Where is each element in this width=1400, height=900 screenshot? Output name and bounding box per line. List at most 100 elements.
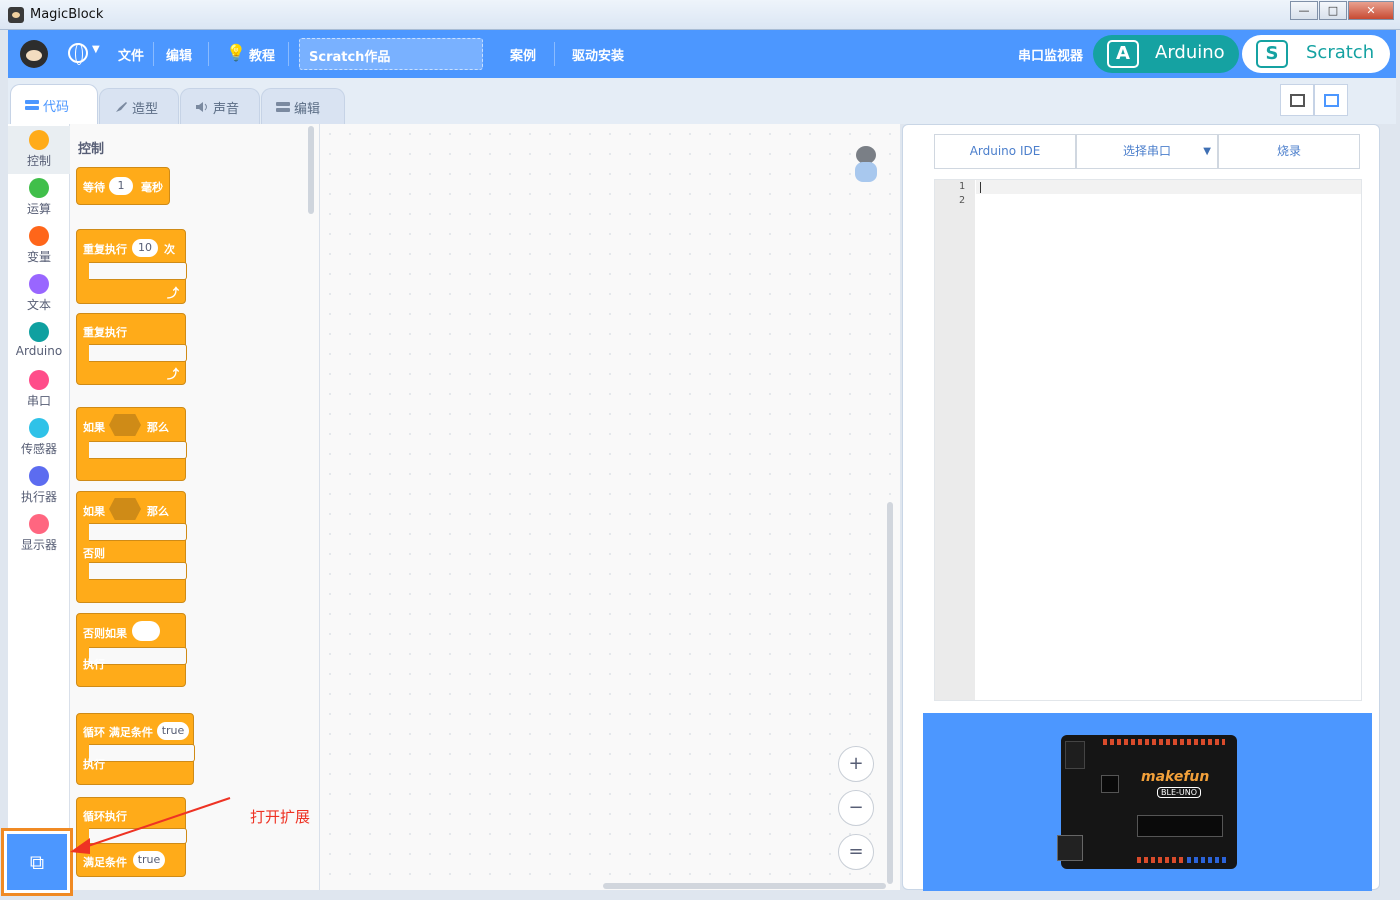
serial-port-select-label: 选择串口 bbox=[1122, 144, 1171, 158]
category-text[interactable]: 文本 bbox=[8, 270, 70, 318]
category-operators[interactable]: 运算 bbox=[8, 174, 70, 222]
menu-divider bbox=[288, 42, 289, 66]
condition-slot[interactable] bbox=[132, 621, 160, 641]
category-actuators[interactable]: 执行器 bbox=[8, 462, 70, 510]
block-forever[interactable]: 重复执行 ⤴ bbox=[76, 313, 187, 385]
tab-edit[interactable]: 编辑 bbox=[261, 88, 345, 124]
serial-port-select[interactable]: 选择串口 ▼ bbox=[1076, 134, 1218, 169]
category-serial[interactable]: 串口 bbox=[8, 366, 70, 414]
arduino-code-panel: Arduino IDE 选择串口 ▼ 烧录 1 2 makefun BLE-UN… bbox=[902, 124, 1380, 891]
sprite-avatar-icon bbox=[852, 146, 880, 186]
speaker-icon bbox=[196, 102, 207, 112]
workspace-horizontal-scrollbar[interactable] bbox=[603, 883, 886, 889]
category-control[interactable]: 控制 bbox=[8, 126, 70, 174]
code-icon bbox=[25, 100, 39, 110]
variables-dot-icon bbox=[29, 226, 49, 246]
menu-serial-monitor[interactable]: 串口监视器 bbox=[1018, 45, 1083, 64]
editor-tabs: 代码 造型 声音 编辑 bbox=[8, 78, 1396, 124]
menu-examples[interactable]: 案例 bbox=[510, 45, 536, 64]
condition-slot[interactable] bbox=[109, 498, 141, 520]
sensors-dot-icon bbox=[29, 418, 49, 438]
line-gutter bbox=[935, 180, 975, 700]
project-name-input[interactable]: Scratch作品 bbox=[299, 38, 483, 70]
tab-sounds[interactable]: 声音 bbox=[180, 88, 260, 124]
layout-small-stage-button[interactable] bbox=[1280, 84, 1314, 116]
zoom-out-button[interactable]: − bbox=[838, 790, 874, 826]
menu-divider bbox=[153, 42, 154, 66]
block-while[interactable]: 循环 满足条件 true 执行 bbox=[76, 713, 195, 785]
annotation-label: 打开扩展 bbox=[250, 808, 311, 826]
block-repeat-label: 重复执行 bbox=[83, 243, 127, 256]
block-slot bbox=[89, 562, 187, 580]
repeat-count-input[interactable]: 10 bbox=[132, 239, 158, 257]
block-wait[interactable]: 等待 1 毫秒 bbox=[76, 167, 170, 205]
block-do-label: 执行 bbox=[83, 758, 105, 771]
zoom-reset-button[interactable]: = bbox=[838, 834, 874, 870]
menubar: ▼ 文件 编辑 💡 教程 Scratch作品 案例 驱动安装 串口监视器 A A… bbox=[8, 30, 1396, 78]
wait-value-input[interactable]: 1 bbox=[109, 177, 133, 195]
category-label: 显示器 bbox=[20, 538, 57, 552]
menu-tutorial[interactable]: 教程 bbox=[249, 45, 275, 64]
layout-large-stage-button[interactable] bbox=[1314, 84, 1348, 116]
mode-scratch-label: Scratch bbox=[1306, 42, 1375, 63]
lightbulb-icon: 💡 bbox=[226, 43, 246, 62]
language-globe-icon[interactable] bbox=[68, 43, 88, 65]
code-workspace[interactable]: + − = bbox=[320, 124, 900, 890]
block-wait-label: 等待 bbox=[83, 181, 105, 194]
category-label: Arduino bbox=[15, 344, 63, 358]
palette-scrollbar[interactable] bbox=[308, 126, 314, 214]
loop-arrow-icon: ⤴ bbox=[167, 286, 180, 300]
layout-large-icon bbox=[1324, 94, 1339, 107]
mode-scratch-button[interactable]: S Scratch bbox=[1242, 35, 1390, 73]
tab-costumes[interactable]: 造型 bbox=[99, 88, 179, 124]
block-wait-unit: 毫秒 bbox=[141, 181, 163, 194]
maximize-button[interactable]: □ bbox=[1319, 1, 1347, 20]
operators-dot-icon bbox=[29, 178, 49, 198]
category-display[interactable]: 显示器 bbox=[8, 510, 70, 558]
menu-edit[interactable]: 编辑 bbox=[166, 45, 192, 64]
usb-port bbox=[1065, 741, 1085, 769]
block-else-if[interactable]: 否则如果 执行 bbox=[76, 613, 187, 687]
category-arduino[interactable]: Arduino bbox=[8, 318, 70, 366]
tab-sounds-label: 声音 bbox=[213, 102, 240, 117]
magicblock-logo[interactable] bbox=[20, 40, 48, 68]
block-repeat-n[interactable]: 重复执行 10 次 ⤴ bbox=[76, 229, 187, 304]
mode-arduino-button[interactable]: A Arduino bbox=[1093, 35, 1239, 73]
category-label: 文本 bbox=[26, 298, 51, 312]
block-if-then[interactable]: 如果 那么 bbox=[76, 407, 187, 481]
workspace-vertical-scrollbar[interactable] bbox=[887, 502, 893, 884]
board-header-pins bbox=[1103, 739, 1225, 745]
add-extension-button[interactable]: ⧉ bbox=[7, 834, 67, 890]
annotation-arrow-icon bbox=[70, 797, 231, 854]
block-slot bbox=[89, 344, 187, 362]
condition-slot[interactable] bbox=[109, 414, 141, 436]
chevron-down-icon[interactable]: ▼ bbox=[92, 44, 100, 55]
menu-divider bbox=[208, 42, 209, 66]
tab-code[interactable]: 代码 bbox=[10, 84, 98, 124]
category-label: 传感器 bbox=[20, 442, 57, 456]
zoom-in-button[interactable]: + bbox=[838, 746, 874, 782]
block-then-label: 那么 bbox=[147, 421, 169, 434]
block-if-else[interactable]: 如果 那么 否则 bbox=[76, 491, 187, 603]
board-chip bbox=[1101, 775, 1119, 793]
menu-driver-install[interactable]: 驱动安装 bbox=[572, 45, 624, 64]
active-line bbox=[976, 180, 1361, 194]
block-else-if-label: 否则如果 bbox=[83, 627, 127, 640]
zoom-out-icon: − bbox=[848, 797, 864, 818]
menu-file[interactable]: 文件 bbox=[118, 45, 144, 64]
while-condition-input[interactable]: true bbox=[157, 722, 189, 740]
arduino-ide-button[interactable]: Arduino IDE bbox=[934, 134, 1076, 169]
category-label: 变量 bbox=[26, 250, 51, 264]
category-label: 运算 bbox=[26, 202, 51, 216]
close-button[interactable]: ✕ bbox=[1348, 1, 1394, 20]
category-sensors[interactable]: 传感器 bbox=[8, 414, 70, 462]
upload-button[interactable]: 烧录 bbox=[1218, 134, 1360, 169]
block-then-label: 那么 bbox=[147, 505, 169, 518]
palette-section-title: 控制 bbox=[78, 142, 105, 157]
code-editor[interactable]: 1 2 bbox=[934, 179, 1362, 701]
board-power-pins bbox=[1137, 857, 1185, 863]
category-variables[interactable]: 变量 bbox=[8, 222, 70, 270]
tab-costumes-label: 造型 bbox=[132, 102, 159, 117]
board-brand-label: makefun bbox=[1141, 769, 1210, 785]
minimize-button[interactable]: — bbox=[1290, 1, 1318, 20]
